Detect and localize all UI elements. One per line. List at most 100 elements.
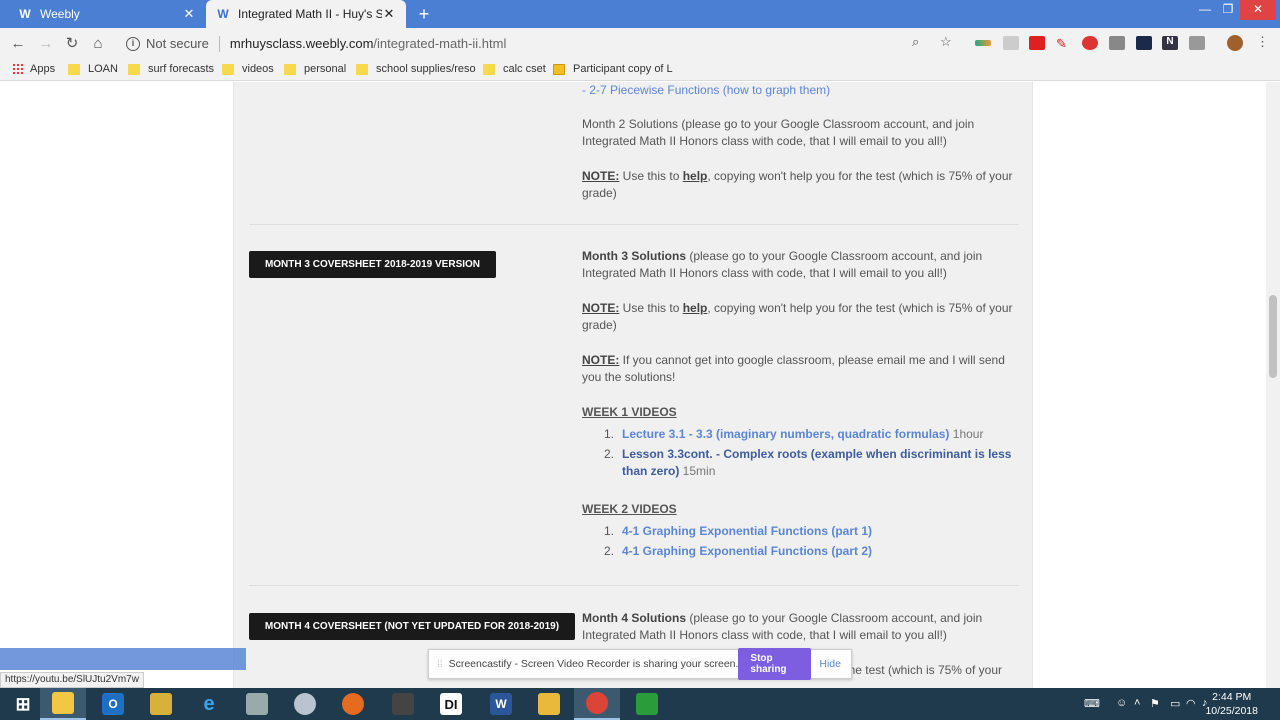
close-icon[interactable]: ✕ <box>182 6 196 22</box>
list-item: 1. 4-1 Graphing Exponential Functions (p… <box>604 523 1024 540</box>
folder-icon <box>222 63 234 75</box>
note-label: NOTE: <box>582 301 620 315</box>
n-icon[interactable]: N <box>1162 36 1178 50</box>
tab-title: Integrated Math II - Huy's Site <box>238 7 382 21</box>
taskbar-app[interactable] <box>574 688 620 720</box>
bookmark-label: personal <box>304 63 347 75</box>
extension-icon[interactable] <box>1003 36 1019 50</box>
scrollbar-thumb[interactable] <box>1269 295 1277 378</box>
divider <box>218 35 220 52</box>
help-link[interactable]: help <box>683 169 708 183</box>
web-page: - 2-7 Piecewise Functions (how to graph … <box>0 82 1280 688</box>
taskbar-app[interactable] <box>380 688 426 720</box>
slides-icon <box>553 63 565 75</box>
hide-button[interactable]: Hide <box>819 658 841 670</box>
weebly-icon: W <box>19 7 31 21</box>
lecture-link[interactable]: Lecture 3.1 - 3.3 (imaginary numbers, qu… <box>622 427 949 441</box>
taskbar-app[interactable] <box>138 688 184 720</box>
clock[interactable]: 2:44 PM 10/25/2018 <box>1205 690 1258 718</box>
grip-icon[interactable]: ⁞⁞ <box>437 659 443 670</box>
video-link[interactable]: 4-1 Graphing Exponential Functions (part… <box>622 544 872 558</box>
month3-note: NOTE: Use this to help, copying won't he… <box>582 300 1022 334</box>
star-icon[interactable]: ☆ <box>940 34 952 50</box>
wifi-icon[interactable]: ◠ <box>1186 697 1196 710</box>
taskbar-app[interactable]: e <box>186 688 232 720</box>
taskbar-app[interactable] <box>234 688 280 720</box>
folder-icon <box>483 63 495 75</box>
clock-time: 2:44 PM <box>1212 691 1252 703</box>
month4-coversheet-button[interactable]: MONTH 4 COVERSHEET (NOT YET UPDATED FOR … <box>249 613 575 640</box>
reload-icon[interactable]: ↻ <box>62 34 82 54</box>
taskbar-app[interactable] <box>40 688 86 720</box>
ie-icon: e <box>203 692 215 715</box>
taskbar-app[interactable] <box>330 688 376 720</box>
tab-weebly[interactable]: W Weebly ✕ <box>8 0 206 28</box>
piecewise-link[interactable]: - 2-7 Piecewise Functions (how to graph … <box>582 82 1022 99</box>
video-link[interactable]: 4-1 Graphing Exponential Functions (part… <box>622 524 872 538</box>
bookmark-videos[interactable]: videos <box>222 63 274 75</box>
bookmark-surf-forecasts[interactable]: surf forecasts <box>128 63 214 75</box>
taskbar-app[interactable]: DI <box>428 688 474 720</box>
close-icon[interactable]: ✕ <box>382 6 396 22</box>
maximize-button[interactable]: ❐ <box>1213 0 1243 20</box>
tab-integrated-math[interactable]: W Integrated Math II - Huy's Site ✕ <box>206 0 406 28</box>
chevron-up-icon[interactable]: ˄ <box>1134 697 1140 709</box>
windows-icon: ⊞ <box>15 693 31 714</box>
address-bar[interactable]: i Not secure mrhuysclass.weebly.com/inte… <box>118 31 966 56</box>
zoom-icon[interactable]: ⌕ <box>912 34 919 50</box>
youtube-icon[interactable] <box>1029 36 1045 50</box>
solutions-title: Month 3 Solutions <box>582 249 686 263</box>
month3-coversheet-button[interactable]: MONTH 3 COVERSHEET 2018-2019 VERSION <box>249 251 496 278</box>
avatar[interactable] <box>1227 35 1243 51</box>
menu-icon[interactable]: ⋮ <box>1256 34 1269 50</box>
pen-icon[interactable]: ✎ <box>1056 36 1072 51</box>
new-tab-button[interactable]: + <box>414 4 434 24</box>
bookmark-participant-copy[interactable]: Participant copy of L <box>553 63 673 75</box>
taskbar: ⊞ O e DI W ⌨ ☺ ˄ ⚑ ▭ ◠ ♪ 2:44 PM 10/25/2… <box>0 688 1280 720</box>
sticky-notes-icon <box>52 692 74 714</box>
extension-icon[interactable] <box>1189 36 1205 50</box>
taskbar-app[interactable] <box>526 688 572 720</box>
bookmark-calc-cset[interactable]: calc cset <box>483 63 546 75</box>
week1-heading: WEEK 1 VIDEOS <box>582 405 677 419</box>
list-item: 2. 4-1 Graphing Exponential Functions (p… <box>604 543 1024 560</box>
bookmark-loan[interactable]: LOAN <box>68 63 118 75</box>
forward-icon[interactable]: → <box>36 34 56 54</box>
page-scrollbar[interactable] <box>1266 82 1280 688</box>
divider <box>249 585 1019 586</box>
bookmark-personal[interactable]: personal <box>284 63 346 75</box>
window-close-button[interactable]: ✕ <box>1240 0 1276 20</box>
extension-icon[interactable] <box>1136 36 1152 50</box>
month2-solutions: Month 2 Solutions (please go to your Goo… <box>582 117 975 148</box>
bookmark-school-supplies[interactable]: school supplies/reso <box>356 63 476 75</box>
flag-icon[interactable]: ⚑ <box>1150 697 1160 710</box>
month3-note2: NOTE: If you cannot get into google clas… <box>582 352 1022 386</box>
apps-icon <box>12 63 24 75</box>
people-icon[interactable]: ☺ <box>1116 697 1127 709</box>
stop-sharing-button[interactable]: Stop sharing <box>738 648 812 680</box>
list-item: 2. Lesson 3.3cont. - Complex roots (exam… <box>604 446 1024 480</box>
taskbar-app[interactable] <box>624 688 670 720</box>
month3-solutions: Month 3 Solutions (please go to your Goo… <box>582 248 1022 282</box>
url-path: /integrated-math-ii.html <box>373 36 507 51</box>
app-icon <box>246 693 268 715</box>
battery-icon[interactable]: ▭ <box>1170 697 1180 710</box>
back-icon[interactable]: ← <box>8 34 28 54</box>
list-number: 1. <box>604 524 615 538</box>
home-icon[interactable]: ⌂ <box>88 34 108 54</box>
info-icon[interactable]: i <box>126 36 140 51</box>
bookmark-apps[interactable]: Apps <box>12 63 55 75</box>
taskbar-app[interactable]: W <box>478 688 524 720</box>
note-text: If you cannot get into google classroom,… <box>582 353 1005 384</box>
recording-toolbar[interactable] <box>0 648 246 670</box>
extension-icon[interactable] <box>975 40 991 46</box>
notepad-icon <box>150 693 172 715</box>
help-link[interactable]: help <box>683 301 708 315</box>
taskbar-app[interactable] <box>282 688 328 720</box>
url-text[interactable]: mrhuysclass.weebly.com/integrated-math-i… <box>230 36 506 51</box>
extension-icon[interactable] <box>1109 36 1125 50</box>
keyboard-icon[interactable]: ⌨ <box>1084 697 1100 710</box>
screencastify-icon[interactable] <box>1082 36 1098 50</box>
taskbar-app[interactable]: O <box>90 688 136 720</box>
divider <box>249 224 1019 225</box>
